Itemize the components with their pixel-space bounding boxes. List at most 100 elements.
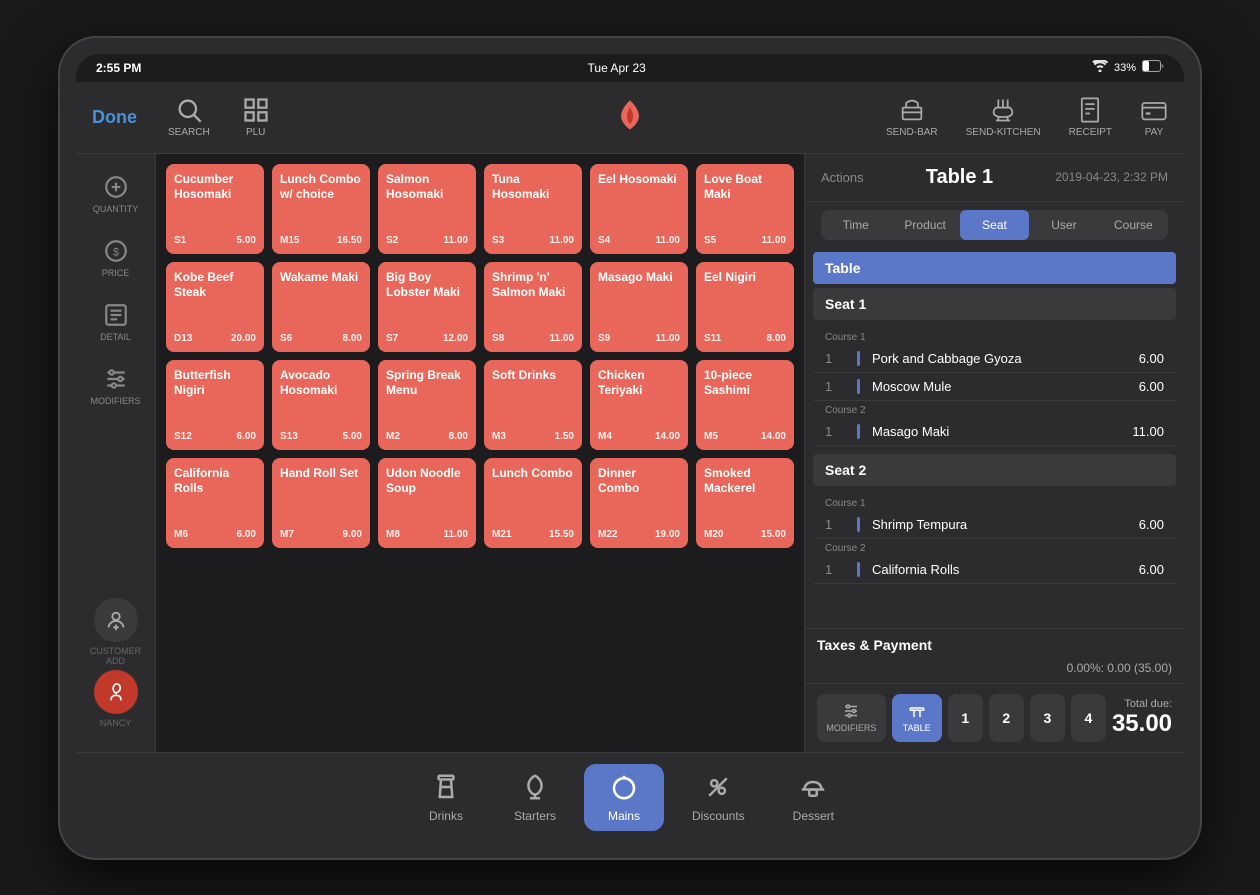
order-line[interactable]: 1 Shrimp Tempura 6.00 (813, 511, 1176, 539)
order-line[interactable]: 1 Masago Maki 11.00 (813, 418, 1176, 446)
menu-item[interactable]: Dinner Combo M22 19.00 (590, 458, 688, 548)
menu-item[interactable]: Cucumber Hosomaki S1 5.00 (166, 164, 264, 254)
bottom-tabbar: Drinks Starters Mains Discounts Dessert (76, 752, 1184, 842)
right-panel-bottom: MODIFIERSTABLE1234 Total due: 35.00 (805, 683, 1184, 752)
seat-1-button[interactable]: 1 (948, 694, 983, 742)
right-panel: Actions Table 1 2019-04-23, 2:32 PM Time… (804, 154, 1184, 752)
menu-item[interactable]: Salmon Hosomaki S2 11.00 (378, 164, 476, 254)
menu-item-price: 8.00 (449, 431, 468, 442)
order-line[interactable]: 1 California Rolls 6.00 (813, 556, 1176, 584)
taxes-section: Taxes & Payment 0.00%: 0.00 (35.00) (805, 628, 1184, 683)
order-line[interactable]: 1 Moscow Mule 6.00 (813, 373, 1176, 401)
menu-item-code: M3 (492, 431, 506, 442)
menu-item-price: 5.00 (237, 235, 256, 246)
sidebar-item-price[interactable]: $ PRICE (81, 230, 151, 286)
seat-4-button[interactable]: 4 (1071, 694, 1106, 742)
menu-item-name: Soft Drinks (492, 368, 574, 384)
sidebar-item-quantity[interactable]: QUANTITY (81, 166, 151, 222)
battery-icon (1142, 60, 1164, 75)
receipt-button[interactable]: RECEIPT (1069, 96, 1112, 138)
menu-item-price: 15.50 (549, 529, 574, 540)
menu-item[interactable]: Tuna Hosomaki S3 11.00 (484, 164, 582, 254)
main-content: QUANTITY $ PRICE DETAIL MODIFIERS (76, 154, 1184, 752)
seat-3-button[interactable]: 3 (1030, 694, 1065, 742)
menu-item[interactable]: Wakame Maki S6 8.00 (272, 262, 370, 352)
bottom-tab-drinks[interactable]: Drinks (406, 764, 486, 831)
menu-item[interactable]: Butterfish Nigiri S12 6.00 (166, 360, 264, 450)
order-line-qty: 1 (825, 562, 845, 577)
nancy-button[interactable] (94, 670, 138, 714)
order-line[interactable]: 1 Pork and Cabbage Gyoza 6.00 (813, 345, 1176, 373)
menu-item-code: M8 (386, 529, 400, 540)
menu-item-footer: S2 11.00 (386, 235, 468, 246)
menu-item[interactable]: Avocado Hosomaki S13 5.00 (272, 360, 370, 450)
toolbar: Done SEARCH PLU (76, 82, 1184, 154)
toolbar-icons: SEARCH PLU (168, 96, 270, 138)
send-bar-label: SEND-BAR (886, 127, 938, 138)
menu-item-name: Udon Noodle Soup (386, 466, 468, 497)
menu-item[interactable]: Love Boat Maki S5 11.00 (696, 164, 794, 254)
menu-item[interactable]: California Rolls M6 6.00 (166, 458, 264, 548)
modifiers-button[interactable]: MODIFIERS (817, 694, 886, 742)
plu-label: PLU (246, 127, 265, 138)
bottom-tab-mains[interactable]: Mains (584, 764, 664, 831)
bottom-tab-starters[interactable]: Starters (494, 764, 576, 831)
pay-button[interactable]: PAY (1140, 96, 1168, 138)
seat-section-header[interactable]: Seat 1 (813, 288, 1176, 320)
menu-item-price: 15.00 (761, 529, 786, 540)
tab-time[interactable]: Time (821, 210, 890, 240)
order-line-price: 6.00 (1139, 351, 1164, 366)
seat-section-header[interactable]: Seat 2 (813, 454, 1176, 486)
menu-item-footer: S5 11.00 (704, 235, 786, 246)
menu-item[interactable]: Masago Maki S9 11.00 (590, 262, 688, 352)
svg-text:$: $ (112, 246, 118, 258)
menu-item[interactable]: Soft Drinks M3 1.50 (484, 360, 582, 450)
mains-icon (609, 772, 639, 805)
menu-item[interactable]: Lunch Combo w/ choice M15 16.50 (272, 164, 370, 254)
table-section-header[interactable]: Table (813, 252, 1176, 284)
menu-item-name: Chicken Teriyaki (598, 368, 680, 399)
sidebar-item-modifiers[interactable]: MODIFIERS (81, 358, 151, 414)
menu-item-name: Lunch Combo w/ choice (280, 172, 362, 203)
taxes-label: Taxes & Payment (817, 637, 1172, 653)
plu-button[interactable]: PLU (242, 96, 270, 138)
bottom-tab-discounts[interactable]: Discounts (672, 764, 765, 831)
search-label: SEARCH (168, 127, 210, 138)
send-bar-button[interactable]: SEND-BAR (886, 96, 938, 138)
tab-user[interactable]: User (1029, 210, 1098, 240)
tab-product[interactable]: Product (890, 210, 959, 240)
menu-item[interactable]: Chicken Teriyaki M4 14.00 (590, 360, 688, 450)
menu-item-name: Eel Hosomaki (598, 172, 680, 188)
send-kitchen-button[interactable]: SEND-KITCHEN (966, 96, 1041, 138)
tab-course[interactable]: Course (1099, 210, 1168, 240)
menu-item-code: S9 (598, 333, 610, 344)
seat-2-button[interactable]: 2 (989, 694, 1024, 742)
menu-item-name: 10-piece Sashimi (704, 368, 786, 399)
order-line-name: Masago Maki (872, 424, 1132, 439)
customer-add-button[interactable] (94, 598, 138, 642)
menu-item-footer: S13 5.00 (280, 431, 362, 442)
menu-item[interactable]: Smoked Mackerel M20 15.00 (696, 458, 794, 548)
menu-item[interactable]: Hand Roll Set M7 9.00 (272, 458, 370, 548)
menu-item[interactable]: Eel Hosomaki S4 11.00 (590, 164, 688, 254)
customer-section: CUSTOMERADD NANCY (90, 598, 141, 740)
modifiers-btn-label: MODIFIERS (826, 723, 876, 733)
menu-item[interactable]: Spring Break Menu M2 8.00 (378, 360, 476, 450)
sidebar-item-detail[interactable]: DETAIL (81, 294, 151, 350)
menu-item-name: Love Boat Maki (704, 172, 786, 203)
done-button[interactable]: Done (92, 107, 152, 128)
search-button[interactable]: SEARCH (168, 96, 210, 138)
left-sidebar: QUANTITY $ PRICE DETAIL MODIFIERS (76, 154, 156, 752)
menu-item[interactable]: Udon Noodle Soup M8 11.00 (378, 458, 476, 548)
menu-item[interactable]: Eel Nigiri S11 8.00 (696, 262, 794, 352)
table-button[interactable]: TABLE (892, 694, 942, 742)
menu-item[interactable]: Lunch Combo M21 15.50 (484, 458, 582, 548)
tab-seat[interactable]: Seat (960, 210, 1029, 240)
menu-grid-area: Cucumber Hosomaki S1 5.00 Lunch Combo w/… (156, 154, 804, 752)
menu-item[interactable]: Kobe Beef Steak D13 20.00 (166, 262, 264, 352)
menu-item[interactable]: Big Boy Lobster Maki S7 12.00 (378, 262, 476, 352)
bottom-tab-dessert[interactable]: Dessert (773, 764, 854, 831)
menu-item[interactable]: Shrimp 'n' Salmon Maki S8 11.00 (484, 262, 582, 352)
menu-item[interactable]: 10-piece Sashimi M5 14.00 (696, 360, 794, 450)
menu-item-price: 8.00 (767, 333, 786, 344)
